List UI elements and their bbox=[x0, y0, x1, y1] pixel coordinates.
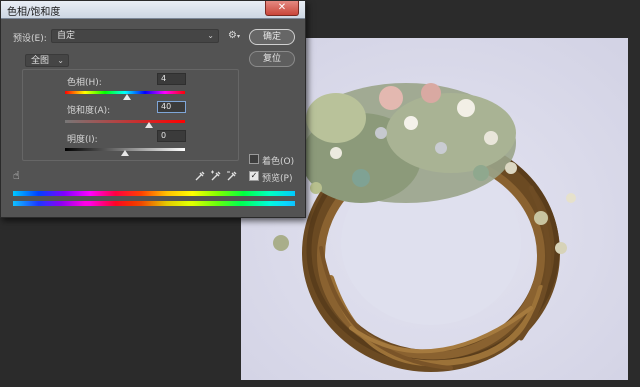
input-color-spectrum bbox=[13, 191, 295, 196]
eyedropper-plus-icon[interactable] bbox=[210, 170, 222, 182]
hue-input[interactable]: 4 bbox=[157, 73, 186, 85]
gear-icon[interactable]: ⚙▾ bbox=[228, 30, 240, 41]
preset-select[interactable]: 自定 ⌄ bbox=[51, 29, 219, 43]
hue-saturation-dialog: 色相/饱和度 ✕ 预设(E): 自定 ⌄ ⚙▾ 确定 复位 全图 ⌄ 色相(H)… bbox=[0, 0, 306, 218]
preset-label: 预设(E): bbox=[13, 34, 47, 44]
dialog-titlebar[interactable]: 色相/饱和度 ✕ bbox=[1, 1, 305, 19]
eyedropper-icon[interactable] bbox=[194, 170, 206, 182]
lightness-input[interactable]: 0 bbox=[157, 130, 186, 142]
close-button[interactable]: ✕ bbox=[265, 1, 299, 16]
chevron-down-icon: ⌄ bbox=[207, 31, 214, 40]
dialog-title: 色相/饱和度 bbox=[7, 7, 61, 18]
channel-select[interactable]: 全图 ⌄ bbox=[25, 54, 69, 67]
saturation-slider-track[interactable] bbox=[65, 120, 185, 123]
lightness-slider-thumb[interactable] bbox=[121, 150, 129, 156]
reset-button[interactable]: 复位 bbox=[249, 51, 295, 67]
hue-slider-thumb[interactable] bbox=[123, 94, 131, 100]
lightness-label: 明度(I): bbox=[67, 135, 98, 145]
saturation-input[interactable]: 40 bbox=[157, 101, 186, 113]
chevron-down-icon: ⌄ bbox=[57, 56, 64, 65]
saturation-slider-thumb[interactable] bbox=[145, 122, 153, 128]
close-icon: ✕ bbox=[277, 2, 287, 13]
preview-label: 预览(P) bbox=[262, 174, 293, 184]
output-color-spectrum bbox=[13, 201, 295, 206]
colorize-checkbox[interactable] bbox=[249, 154, 259, 164]
channel-select-value: 全图 bbox=[31, 56, 50, 66]
hand-icon[interactable]: ☝ bbox=[13, 169, 20, 182]
eyedropper-minus-icon[interactable] bbox=[226, 170, 238, 182]
preset-select-value: 自定 bbox=[57, 31, 76, 41]
saturation-label: 饱和度(A): bbox=[67, 106, 111, 116]
hue-label: 色相(H): bbox=[67, 78, 102, 88]
colorize-label: 着色(O) bbox=[262, 157, 295, 167]
ok-button[interactable]: 确定 bbox=[249, 29, 295, 45]
preview-checkbox[interactable]: ✓ bbox=[249, 171, 259, 181]
